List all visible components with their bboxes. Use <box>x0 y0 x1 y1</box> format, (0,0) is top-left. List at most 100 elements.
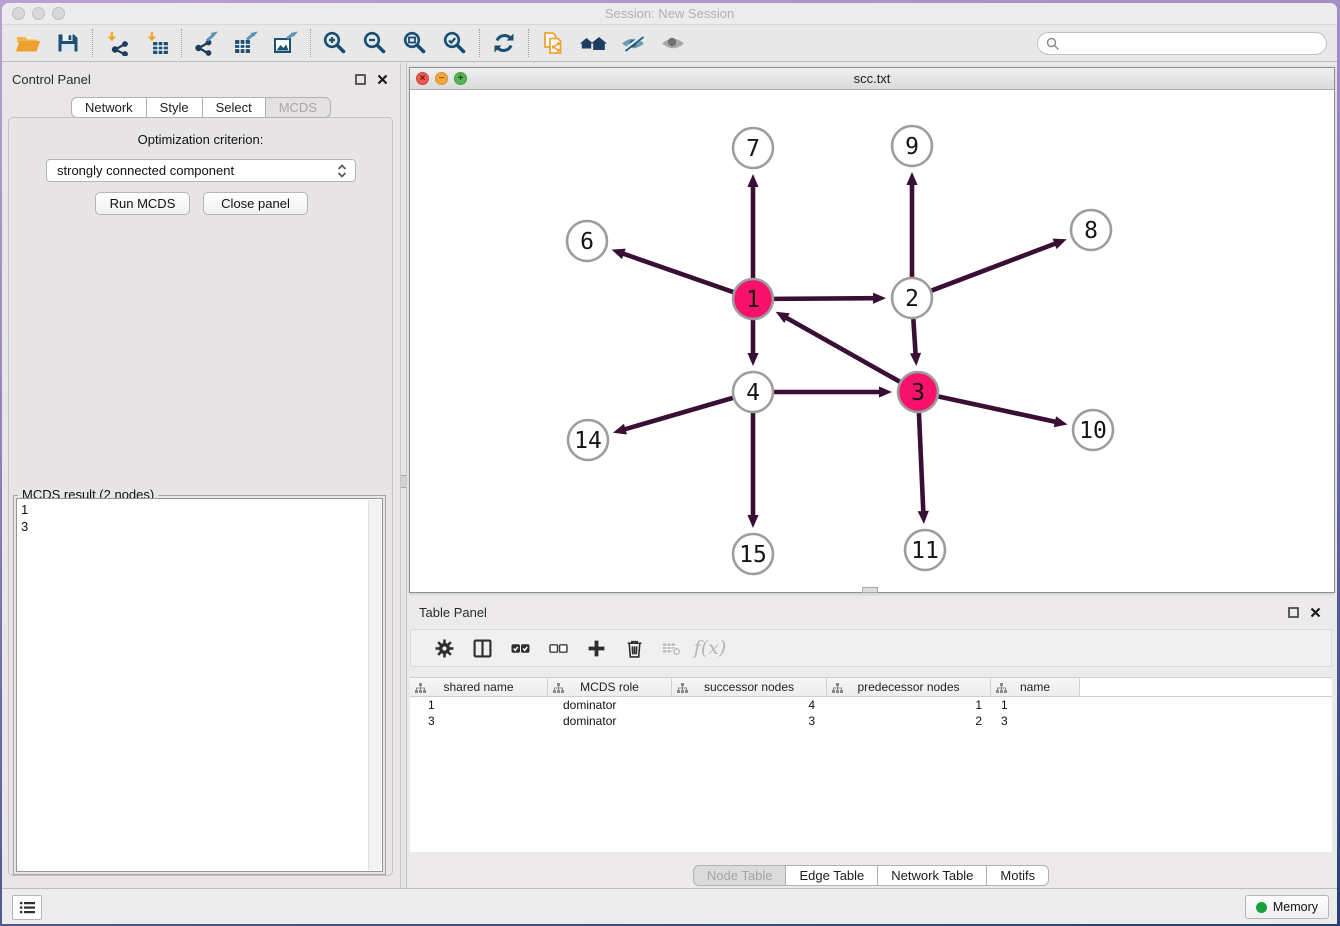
apply-function-button[interactable]: f(x) <box>691 633 729 663</box>
export-image-button[interactable] <box>266 27 306 59</box>
select-all-rows-button[interactable] <box>501 633 539 663</box>
close-icon <box>377 74 388 85</box>
hide-selected-button[interactable] <box>613 27 653 59</box>
search-icon <box>1046 37 1060 51</box>
table-columns-button[interactable] <box>463 633 501 663</box>
save-session-button[interactable] <box>48 27 88 59</box>
column-header-name[interactable]: name <box>991 678 1080 696</box>
table-panel-header: Table Panel <box>409 596 1333 622</box>
deselect-all-rows-button[interactable] <box>539 633 577 663</box>
cell-predecessor-nodes[interactable]: 2 <box>827 713 991 729</box>
cell-predecessor-nodes[interactable]: 1 <box>827 697 991 713</box>
open-session-button[interactable] <box>8 27 48 59</box>
memory-button[interactable]: Memory <box>1245 895 1329 919</box>
show-all-button[interactable] <box>653 27 693 59</box>
new-network-from-selection-button[interactable] <box>533 27 573 59</box>
panel-splitter[interactable] <box>400 63 407 888</box>
control-tab-select[interactable]: Select <box>202 97 266 118</box>
table-tab-edge-table[interactable]: Edge Table <box>785 865 878 886</box>
cell-MCDS-role[interactable]: dominator <box>548 713 672 729</box>
window-titlebar: Session: New Session <box>2 3 1337 25</box>
edge-1-6[interactable] <box>622 253 733 292</box>
memory-status-icon <box>1256 902 1267 913</box>
cell-shared-name[interactable]: 1 <box>410 697 548 713</box>
reset-view-button[interactable] <box>573 27 613 59</box>
close-window-button[interactable] <box>12 7 25 20</box>
cell-successor-nodes[interactable]: 3 <box>672 713 827 729</box>
export-network-button[interactable] <box>186 27 226 59</box>
node-table[interactable]: shared nameMCDS rolesuccessor nodesprede… <box>410 677 1332 852</box>
control-panel: Control Panel NetworkStyleSelectMCDS Opt… <box>2 63 400 888</box>
node-label-1: 1 <box>746 287 760 313</box>
edge-arrowhead <box>613 424 627 435</box>
network-canvas[interactable]: 7968124314101511 <box>410 90 1334 592</box>
import-network-button[interactable] <box>97 27 137 59</box>
float-table-panel-button[interactable] <box>1285 604 1301 620</box>
cell-name[interactable]: 1 <box>991 697 1080 713</box>
edge-arrowhead <box>747 174 758 187</box>
column-header-successor-nodes[interactable]: successor nodes <box>672 678 827 696</box>
column-header-predecessor-nodes[interactable]: predecessor nodes <box>827 678 991 696</box>
zoom-selected-button[interactable] <box>435 27 475 59</box>
close-panel-pushbutton[interactable]: Close panel <box>203 192 308 215</box>
close-table-panel-button[interactable] <box>1307 604 1323 620</box>
edge-2-3[interactable] <box>913 319 915 355</box>
maximize-frame-button[interactable]: + <box>454 72 467 85</box>
delete-table-button[interactable] <box>653 633 691 663</box>
cell-shared-name[interactable]: 3 <box>410 713 548 729</box>
edge-4-14[interactable] <box>624 398 733 430</box>
cell-MCDS-role[interactable]: dominator <box>548 697 672 713</box>
control-tab-mcds[interactable]: MCDS <box>265 97 331 118</box>
trash-icon <box>625 639 644 658</box>
cell-name[interactable]: 3 <box>991 713 1080 729</box>
splitter-grip[interactable] <box>401 475 406 488</box>
table-settings-button[interactable] <box>425 633 463 663</box>
edge-arrowhead <box>1053 239 1067 249</box>
table-tab-network-table[interactable]: Network Table <box>877 865 987 886</box>
edge-2-8[interactable] <box>932 243 1057 290</box>
column-header-shared-name[interactable]: shared name <box>410 678 548 696</box>
console-button[interactable] <box>12 895 42 920</box>
deselect-all-icon <box>549 639 568 658</box>
result-line: 3 <box>21 518 378 535</box>
control-panel-header: Control Panel <box>2 63 400 89</box>
window-title: Session: New Session <box>605 6 734 21</box>
table-row-1[interactable]: 3dominator323 <box>410 713 1332 729</box>
result-scrollbar[interactable] <box>368 500 381 870</box>
minimize-frame-button[interactable]: − <box>435 72 448 85</box>
table-row-0[interactable]: 1dominator411 <box>410 697 1332 713</box>
network-frame-titlebar[interactable]: × − + scc.txt <box>410 68 1334 90</box>
zoom-out-button[interactable] <box>355 27 395 59</box>
minimize-window-button[interactable] <box>32 7 45 20</box>
control-panel-title: Control Panel <box>12 72 91 87</box>
delete-column-button[interactable] <box>615 633 653 663</box>
export-network-icon <box>193 30 219 56</box>
close-panel-button[interactable] <box>374 71 390 87</box>
refresh-view-button[interactable] <box>484 27 524 59</box>
run-mcds-button[interactable]: Run MCDS <box>95 192 190 215</box>
column-header-MCDS-role[interactable]: MCDS role <box>548 678 672 696</box>
float-panel-button[interactable] <box>352 71 368 87</box>
table-panel: Table Panel <box>409 596 1333 888</box>
zoom-window-button[interactable] <box>52 7 65 20</box>
control-tab-network[interactable]: Network <box>71 97 147 118</box>
table-tab-node-table[interactable]: Node Table <box>693 865 787 886</box>
criterion-select[interactable]: strongly connected component <box>46 159 356 182</box>
edge-3-10[interactable] <box>939 396 1057 422</box>
import-table-button[interactable] <box>137 27 177 59</box>
table-tab-motifs[interactable]: Motifs <box>986 865 1049 886</box>
export-table-button[interactable] <box>226 27 266 59</box>
add-column-button[interactable] <box>577 633 615 663</box>
table-toolbar: f(x) <box>410 629 1332 667</box>
zoom-in-button[interactable] <box>315 27 355 59</box>
cell-successor-nodes[interactable]: 4 <box>672 697 827 713</box>
frame-resize-grip[interactable] <box>862 587 878 593</box>
zoom-fit-button[interactable] <box>395 27 435 59</box>
edge-1-2[interactable] <box>774 298 875 299</box>
close-frame-button[interactable]: × <box>416 72 429 85</box>
edge-3-11[interactable] <box>919 413 923 513</box>
edge-3-1[interactable] <box>785 317 899 382</box>
search-input[interactable] <box>1037 32 1327 55</box>
control-tab-style[interactable]: Style <box>146 97 203 118</box>
column-tree-icon <box>415 683 426 694</box>
